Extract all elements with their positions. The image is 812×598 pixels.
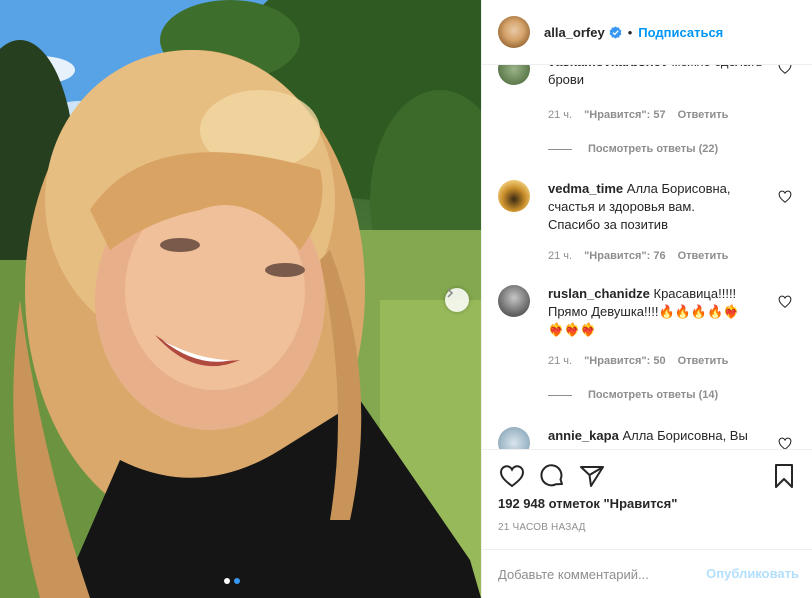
- comment-text-block: vaskamovkarbshev можно сделать брови: [548, 65, 768, 89]
- commenter-avatar[interactable]: [498, 427, 530, 449]
- bookmark-icon[interactable]: [770, 462, 798, 490]
- comment-username[interactable]: annie_kapa: [548, 428, 619, 443]
- comment-reply-button[interactable]: Ответить: [678, 355, 729, 367]
- carousel-dot: [224, 578, 230, 584]
- view-replies-button[interactable]: Посмотреть ответы (22): [548, 143, 718, 155]
- chevron-right-icon: [447, 288, 454, 298]
- comment-likes-count[interactable]: "Нравится": 76: [584, 250, 665, 262]
- divider: [548, 148, 572, 150]
- commenter-avatar[interactable]: [498, 180, 530, 212]
- comment-meta: 21 ч. "Нравится": 50 Ответить: [548, 355, 728, 367]
- divider: [548, 394, 572, 396]
- post-photo[interactable]: [0, 0, 481, 598]
- view-replies-label: Посмотреть ответы (14): [588, 389, 719, 401]
- post-header: alla_orfey • Подписаться: [482, 0, 812, 65]
- comment-item: vaskamovkarbshev можно сделать брови 21 …: [498, 65, 798, 157]
- carousel-next-button[interactable]: [445, 288, 469, 312]
- comment-text-block: ruslan_chanidze Красавица!!!!! Прямо Дев…: [548, 285, 768, 339]
- post-actions: 192 948 отметок "Нравится" 21 часов наза…: [482, 449, 812, 549]
- view-replies-button[interactable]: Посмотреть ответы (14): [548, 389, 718, 401]
- comment-username[interactable]: vedma_time: [548, 181, 623, 196]
- likes-count[interactable]: 192 948 отметок "Нравится": [498, 496, 677, 511]
- comment-text: Красавица!!!!!: [653, 286, 737, 301]
- comment-reply-button[interactable]: Ответить: [678, 109, 729, 121]
- post-date[interactable]: 21 часов назад: [498, 522, 586, 533]
- comment-text-line: ❤️‍🔥❤️‍🔥❤️‍🔥: [548, 322, 597, 337]
- comment-item: vedma_time Алла Борисовна, счастья и здо…: [498, 180, 798, 272]
- add-comment-bar: Опубликовать: [482, 549, 812, 598]
- post-author-username[interactable]: alla_orfey: [544, 25, 605, 40]
- follow-button[interactable]: Подписаться: [638, 25, 723, 40]
- comment-time[interactable]: 21 ч.: [548, 109, 572, 121]
- avatar[interactable]: [498, 16, 530, 48]
- commenter-avatar[interactable]: [498, 285, 530, 317]
- comment-time[interactable]: 21 ч.: [548, 355, 572, 367]
- paper-plane-icon[interactable]: [578, 462, 606, 490]
- comment-username[interactable]: ruslan_chanidze: [548, 286, 650, 301]
- verified-badge-icon: [609, 25, 622, 39]
- post-side-panel: alla_orfey • Подписаться vaskamovkarbshe…: [481, 0, 812, 598]
- comment-item: annie_kapa Алла Борисовна, Вы: [498, 427, 798, 449]
- carousel-dot-active: [234, 578, 240, 584]
- heart-icon[interactable]: [498, 462, 526, 490]
- publish-button[interactable]: Опубликовать: [706, 566, 799, 581]
- comment-bubble-icon[interactable]: [538, 462, 566, 490]
- comment-text: Алла Борисовна,: [626, 181, 731, 196]
- comment-like-heart-icon[interactable]: [778, 295, 792, 309]
- comment-input[interactable]: [498, 562, 698, 586]
- comment-like-heart-icon[interactable]: [778, 65, 792, 75]
- comment-item: ruslan_chanidze Красавица!!!!! Прямо Дев…: [498, 285, 798, 407]
- comment-like-heart-icon[interactable]: [778, 190, 792, 204]
- action-icons-row: [498, 462, 798, 490]
- comment-reply-button[interactable]: Ответить: [678, 250, 729, 262]
- comment-text-line: Спасибо за позитив: [548, 217, 668, 232]
- comment-text: Алла Борисовна, Вы: [622, 428, 748, 443]
- post-photo-art: [0, 0, 481, 598]
- comment-like-heart-icon[interactable]: [778, 437, 792, 449]
- comment-text-line: Прямо Девушка!!!!🔥🔥🔥🔥❤️‍🔥: [548, 304, 740, 319]
- comment-time[interactable]: 21 ч.: [548, 250, 572, 262]
- comment-username[interactable]: vaskamovkarbshev: [548, 65, 668, 69]
- header-separator: •: [627, 24, 633, 40]
- comment-text-line: счастья и здоровья вам.: [548, 199, 695, 214]
- commenter-avatar[interactable]: [498, 65, 530, 85]
- view-replies-label: Посмотреть ответы (22): [588, 143, 719, 155]
- comment-likes-count[interactable]: "Нравится": 57: [584, 109, 665, 121]
- comment-meta: 21 ч. "Нравится": 57 Ответить: [548, 109, 728, 121]
- carousel-indicator: [224, 578, 240, 584]
- comment-meta: 21 ч. "Нравится": 76 Ответить: [548, 250, 728, 262]
- comment-text-block: annie_kapa Алла Борисовна, Вы: [548, 427, 768, 445]
- comment-likes-count[interactable]: "Нравится": 50: [584, 355, 665, 367]
- comments-list[interactable]: vaskamovkarbshev можно сделать брови 21 …: [482, 65, 812, 449]
- comment-text-block: vedma_time Алла Борисовна, счастья и здо…: [548, 180, 768, 234]
